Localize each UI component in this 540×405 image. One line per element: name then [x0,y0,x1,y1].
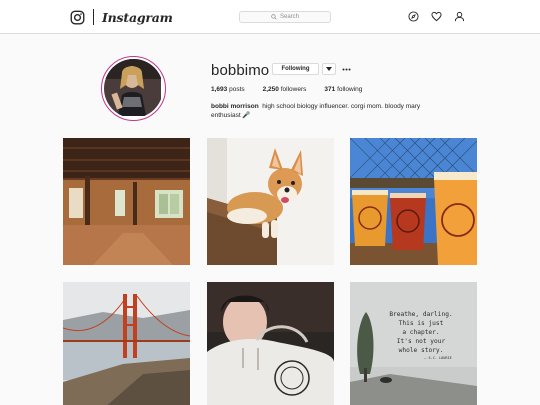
post-selfie-hoodie[interactable] [207,282,334,405]
posts-stat: 1,693 posts [211,86,245,93]
avatar-photo [104,59,163,118]
search-icon [271,14,277,20]
beers-photo [350,138,477,265]
post-quote[interactable]: Breathe, darling. This is just a chapter… [350,282,477,405]
logo-divider [93,9,94,25]
suggestions-dropdown-button[interactable] [322,63,336,75]
loft-interior-photo [63,138,190,265]
post-beers[interactable] [350,138,477,265]
following-stat[interactable]: 371 following [324,86,362,93]
posts-label: posts [229,86,245,93]
nav-icons [408,11,477,22]
quote-text: Breathe, darling. This is just a chapter… [376,310,466,361]
post-golden-gate[interactable] [63,282,190,405]
followers-label: followers [280,86,307,93]
top-nav: Instagram Search [0,0,540,34]
quote-line-3: a chapter. [402,329,440,336]
heart-icon[interactable] [431,11,442,22]
profile-full-name: bobbi morrison [211,103,259,110]
profile-bio: bobbi morrison high school biology influ… [211,102,421,120]
compass-icon[interactable] [408,11,419,22]
followers-count: 2,250 [262,86,279,93]
quote-line-5: whole story. [398,347,444,354]
profile-username: bobbimo [211,62,270,79]
more-dots-icon [342,68,350,70]
golden-gate-photo [63,282,190,405]
search-input[interactable]: Search [239,11,331,23]
selfie-hoodie-photo [207,282,334,405]
quote-line-4: It's not your [396,338,446,345]
instagram-wordmark: Instagram [102,9,173,25]
post-loft-interior[interactable] [63,138,190,265]
camera-logo-icon [70,10,85,24]
quote-line-1: Breathe, darling. [389,311,453,318]
quote-author: — S.C. LOURIE [424,356,452,360]
profile-stats: 1,693 posts 2,250 followers 371 followin… [211,86,380,93]
followers-stat[interactable]: 2,250 followers [263,86,307,93]
following-label: following [337,86,363,93]
quote-line-2: This is just [398,320,444,327]
post-corgi[interactable] [207,138,334,265]
corgi-photo [207,138,334,265]
avatar[interactable] [101,56,166,121]
user-icon[interactable] [454,11,465,22]
posts-count: 1,693 [211,86,228,93]
more-options-button[interactable] [340,63,352,75]
search-placeholder: Search [279,14,299,20]
following-count: 371 [324,86,336,93]
logo[interactable]: Instagram [70,9,173,25]
chevron-down-icon [326,67,332,71]
following-button[interactable]: Following [272,63,319,75]
